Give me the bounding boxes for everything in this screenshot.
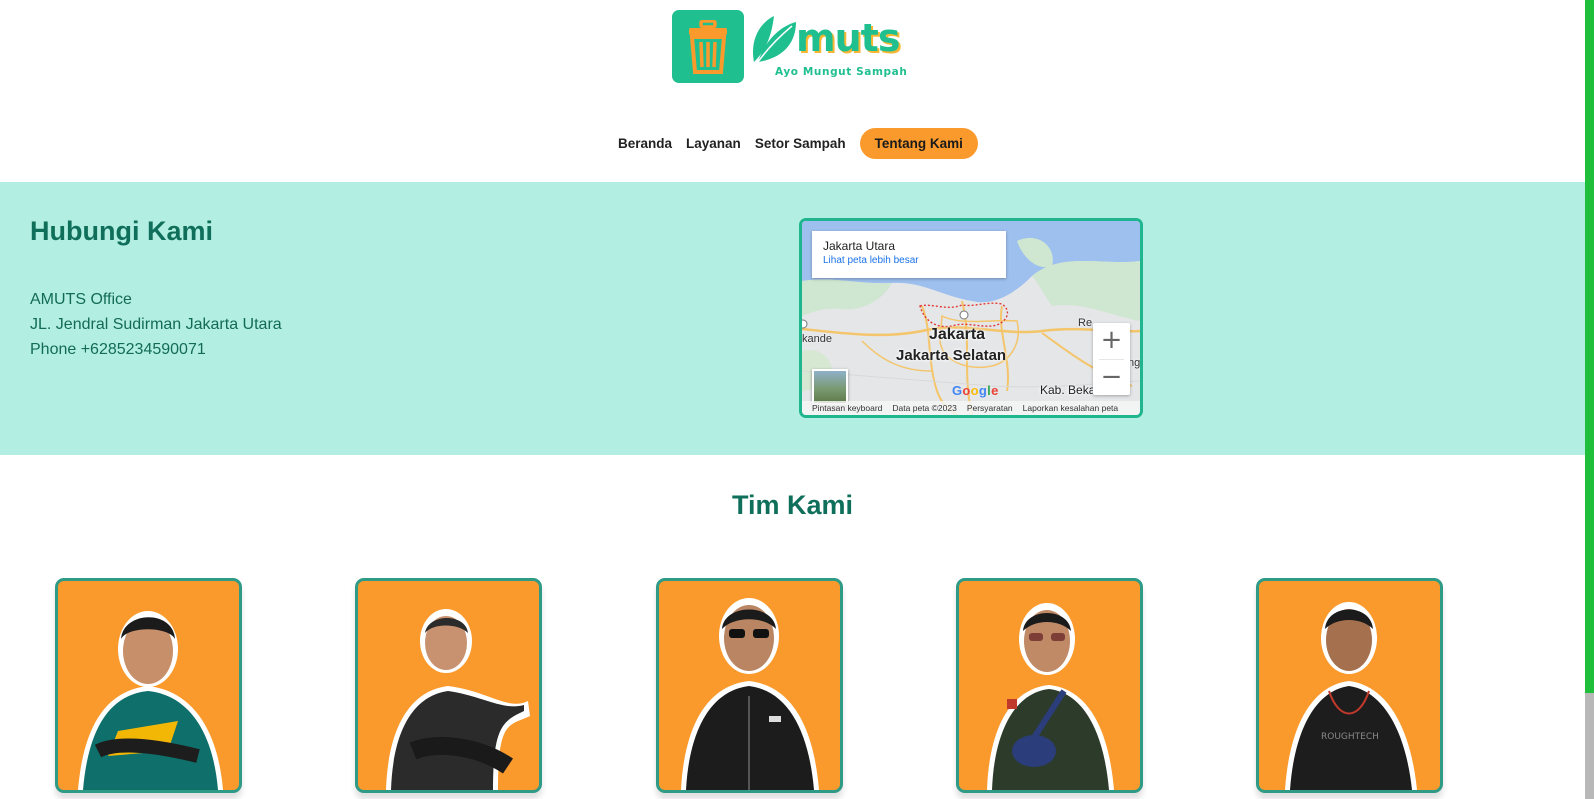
nav-item-beranda[interactable]: Beranda — [611, 128, 679, 159]
map-zoom-controls: + − — [1093, 323, 1130, 395]
nav-item-setor-sampah[interactable]: Setor Sampah — [748, 128, 853, 159]
satellite-view-toggle[interactable] — [812, 369, 848, 405]
map-place-name: Jakarta Utara — [823, 239, 896, 253]
map-place-card: Jakarta Utara Lihat peta lebih besar — [812, 231, 1006, 278]
team-title: Tim Kami — [731, 490, 854, 520]
office-address: JL. Jendral Sudirman Jakarta Utara — [30, 316, 282, 333]
team-member-photo-4 — [987, 603, 1114, 790]
team-member-photo-1 — [78, 611, 223, 790]
page-scrollbar-thumb[interactable] — [1585, 693, 1594, 799]
nav-item-tentang-kami[interactable]: Tentang Kami — [859, 128, 978, 159]
logo-wordmark: muts Ayo Mungut Sampah — [750, 10, 920, 83]
map-label-kande: kande — [802, 333, 832, 345]
zoom-in-button[interactable]: + — [1093, 323, 1130, 359]
team-member-card-5[interactable]: ROUGHTECH — [1256, 578, 1443, 793]
page-scrollbar-track[interactable] — [1585, 0, 1594, 799]
map-label-jakarta-selatan: Jakarta Selatan — [896, 347, 1007, 364]
team-member-photo-3 — [681, 598, 819, 790]
site-header: muts Ayo Mungut Sampah Beranda Layanan S… — [0, 0, 1585, 182]
contact-address-block: AMUTS Office JL. Jendral Sudirman Jakart… — [30, 287, 282, 362]
team-member-photo-2 — [386, 609, 530, 790]
page: muts Ayo Mungut Sampah Beranda Layanan S… — [0, 0, 1594, 799]
office-phone: Phone +6285234590071 — [30, 341, 206, 358]
view-larger-map-link[interactable]: Lihat peta lebih besar — [823, 255, 995, 266]
team-member-card-4[interactable] — [956, 578, 1143, 793]
google-logo: Google — [952, 383, 999, 398]
contact-title: Hubungi Kami — [30, 216, 213, 246]
map-footer-report[interactable]: Laporkan kesalahan peta — [1023, 403, 1118, 413]
zoom-out-button[interactable]: − — [1093, 360, 1130, 396]
office-name: AMUTS Office — [30, 291, 132, 308]
map-footer: Pintasan keyboard Data peta ©2023 Persya… — [802, 401, 1140, 415]
team-member-card-1[interactable] — [55, 578, 242, 793]
map-footer-keyboard[interactable]: Pintasan keyboard — [812, 403, 882, 413]
site-logo[interactable]: muts Ayo Mungut Sampah — [672, 10, 920, 83]
brand-name: muts — [796, 16, 900, 60]
contact-section: Hubungi Kami AMUTS Office JL. Jendral Su… — [0, 182, 1585, 455]
map-label-jakarta: Jakarta — [929, 326, 986, 343]
team-member-photo-5: ROUGHTECH — [1285, 602, 1417, 790]
brand-tagline: Ayo Mungut Sampah — [775, 66, 908, 78]
map-footer-data: Data peta ©2023 — [892, 403, 957, 413]
main-nav: Beranda Layanan Setor Sampah Tentang Kam… — [611, 128, 978, 159]
map-footer-terms[interactable]: Persyaratan — [967, 403, 1013, 413]
svg-text:ROUGHTECH: ROUGHTECH — [1321, 732, 1379, 742]
team-member-card-3[interactable] — [656, 578, 843, 793]
trash-bin-icon — [672, 10, 744, 83]
leaf-icon — [752, 16, 796, 63]
embedded-map[interactable]: Jakarta Utara Lihat peta lebih besar Jak… — [799, 218, 1143, 418]
team-member-card-2[interactable] — [355, 578, 542, 793]
nav-item-layanan[interactable]: Layanan — [679, 128, 748, 159]
map-label-re: Re — [1078, 317, 1093, 329]
